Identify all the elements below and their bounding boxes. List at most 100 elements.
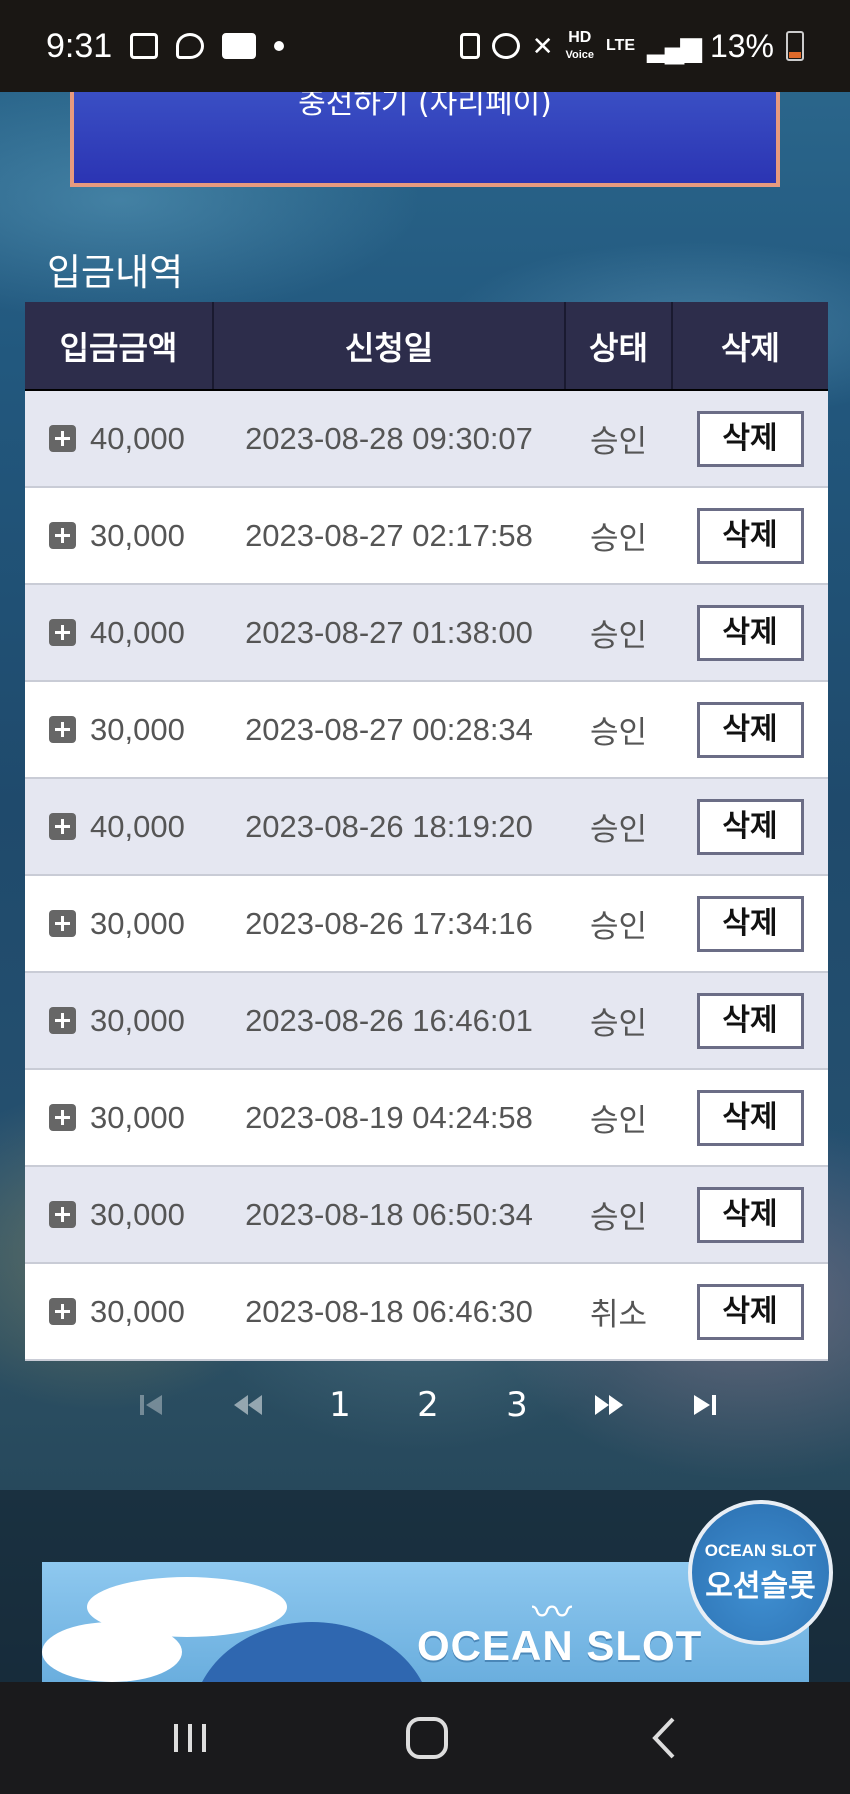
deposit-history-table: 입금금액 신청일 상태 삭제 40,000 2023-08-28 09:30:0…: [25, 302, 828, 1361]
navigation-bar: [0, 1682, 850, 1794]
amount-cell[interactable]: 30,000: [25, 681, 213, 779]
expand-plus-icon[interactable]: [49, 424, 76, 452]
delete-button[interactable]: 삭제: [696, 507, 804, 564]
date-cell: 2023-08-27 02:17:58: [213, 487, 565, 585]
message-icon: [176, 33, 205, 59]
amount-cell[interactable]: 30,000: [25, 1069, 213, 1167]
date-cell: 2023-08-26 17:34:16: [213, 875, 565, 973]
prev-page-icon[interactable]: [228, 1380, 268, 1430]
expand-plus-icon[interactable]: [49, 618, 76, 646]
signal-icon: ▂▄▆: [647, 30, 702, 62]
delete-button[interactable]: 삭제: [696, 410, 804, 467]
expand-plus-icon[interactable]: [49, 812, 76, 840]
ocean-slot-badge[interactable]: OCEAN SLOT 오션슬롯: [688, 1500, 833, 1645]
header-delete: 삭제: [672, 302, 828, 391]
mute-icon: ✕: [531, 30, 554, 61]
date-cell: 2023-08-18 06:46:30: [213, 1263, 565, 1361]
expand-plus-icon[interactable]: [49, 909, 76, 937]
first-page-icon[interactable]: [132, 1380, 172, 1430]
amount-value: 30,000: [90, 1002, 185, 1038]
table-row: 30,000 2023-08-26 16:46:01 승인 삭제: [25, 972, 828, 1070]
badge-title-ko: 오션슬롯: [705, 1568, 816, 1604]
delete-button[interactable]: 삭제: [696, 604, 804, 661]
table-row: 30,000 2023-08-18 06:50:34 승인 삭제: [25, 1166, 828, 1264]
charge-button[interactable]: 충전하기 (자리페이): [70, 92, 780, 187]
table-row: 40,000 2023-08-28 09:30:07 승인 삭제: [25, 390, 828, 488]
expand-plus-icon[interactable]: [49, 1006, 76, 1034]
charge-button-label: 충전하기 (자리페이): [298, 92, 552, 121]
battery-percent: 13%: [709, 27, 774, 64]
amount-value: 30,000: [90, 1293, 185, 1329]
amount-value: 40,000: [90, 808, 185, 844]
date-cell: 2023-08-27 01:38:00: [213, 584, 565, 682]
hd-voice-icon: HD Voice: [565, 28, 595, 63]
delete-cell: 삭제: [672, 972, 828, 1070]
recent-apps-icon[interactable]: [115, 1682, 265, 1794]
delete-button[interactable]: 삭제: [696, 701, 804, 758]
date-cell: 2023-08-27 00:28:34: [213, 681, 565, 779]
delete-cell: 삭제: [672, 778, 828, 876]
amount-cell[interactable]: 30,000: [25, 1263, 213, 1361]
status-bar: 9:31 ✕ HD Voice LTE ▂▄▆ 13%: [0, 0, 850, 92]
expand-plus-icon[interactable]: [49, 1297, 76, 1325]
status-cell: 승인: [565, 875, 672, 973]
table-row: 30,000 2023-08-27 02:17:58 승인 삭제: [25, 487, 828, 585]
date-cell: 2023-08-26 18:19:20: [213, 778, 565, 876]
badge-title-en: OCEAN SLOT: [704, 1540, 817, 1560]
last-page-icon[interactable]: [684, 1380, 724, 1430]
banner-text: OCEAN SLOT: [417, 1622, 703, 1669]
status-cell: 승인: [565, 778, 672, 876]
amount-value: 30,000: [90, 1196, 185, 1232]
voice-label: Voice: [565, 48, 595, 61]
amount-cell[interactable]: 40,000: [25, 778, 213, 876]
amount-cell[interactable]: 40,000: [25, 390, 213, 488]
table-row: 40,000 2023-08-26 18:19:20 승인 삭제: [25, 778, 828, 876]
expand-plus-icon[interactable]: [49, 521, 76, 549]
delete-button[interactable]: 삭제: [696, 1089, 804, 1146]
amount-value: 40,000: [90, 420, 185, 456]
status-cell: 승인: [565, 390, 672, 488]
header-status: 상태: [565, 302, 673, 391]
delete-button[interactable]: 삭제: [696, 992, 804, 1049]
table-row: 30,000 2023-08-18 06:46:30 취소 삭제: [25, 1263, 828, 1361]
status-cell: 승인: [565, 584, 672, 682]
delete-cell: 삭제: [672, 1166, 828, 1264]
status-cell: 취소: [565, 1263, 672, 1361]
home-icon[interactable]: [352, 1682, 502, 1794]
amount-value: 30,000: [90, 711, 185, 747]
alarm-icon: [491, 33, 520, 59]
table-row: 30,000 2023-08-27 00:28:34 승인 삭제: [25, 681, 828, 779]
date-cell: 2023-08-19 04:24:58: [213, 1069, 565, 1167]
date-cell: 2023-08-28 09:30:07: [213, 390, 565, 488]
page-link[interactable]: 2: [408, 1380, 448, 1430]
delete-cell: 삭제: [672, 390, 828, 488]
delete-cell: 삭제: [672, 681, 828, 779]
amount-value: 40,000: [90, 614, 185, 650]
expand-plus-icon[interactable]: [49, 715, 76, 743]
battery-icon: [786, 31, 804, 61]
delete-button[interactable]: 삭제: [696, 1186, 804, 1243]
back-icon[interactable]: [590, 1682, 740, 1794]
delete-cell: 삭제: [672, 1069, 828, 1167]
expand-plus-icon[interactable]: [49, 1200, 76, 1228]
page-link[interactable]: 3: [497, 1380, 537, 1430]
battery-saver-icon: [459, 33, 480, 59]
delete-button[interactable]: 삭제: [696, 798, 804, 855]
amount-cell[interactable]: 30,000: [25, 972, 213, 1070]
delete-cell: 삭제: [672, 1263, 828, 1361]
header-date: 신청일: [213, 302, 566, 391]
page-link[interactable]: 1: [320, 1380, 360, 1430]
delete-button[interactable]: 삭제: [696, 1283, 804, 1340]
table-row: 30,000 2023-08-26 17:34:16 승인 삭제: [25, 875, 828, 973]
amount-cell[interactable]: 40,000: [25, 584, 213, 682]
section-title: 입금내역: [47, 252, 184, 293]
amount-cell[interactable]: 30,000: [25, 1166, 213, 1264]
next-page-icon[interactable]: [589, 1380, 629, 1430]
date-cell: 2023-08-26 16:46:01: [213, 972, 565, 1070]
amount-cell[interactable]: 30,000: [25, 487, 213, 585]
amount-cell[interactable]: 30,000: [25, 875, 213, 973]
expand-plus-icon[interactable]: [49, 1103, 76, 1131]
table-row: 30,000 2023-08-19 04:24:58 승인 삭제: [25, 1069, 828, 1167]
delete-button[interactable]: 삭제: [696, 895, 804, 952]
hd-label: HD: [568, 28, 592, 46]
